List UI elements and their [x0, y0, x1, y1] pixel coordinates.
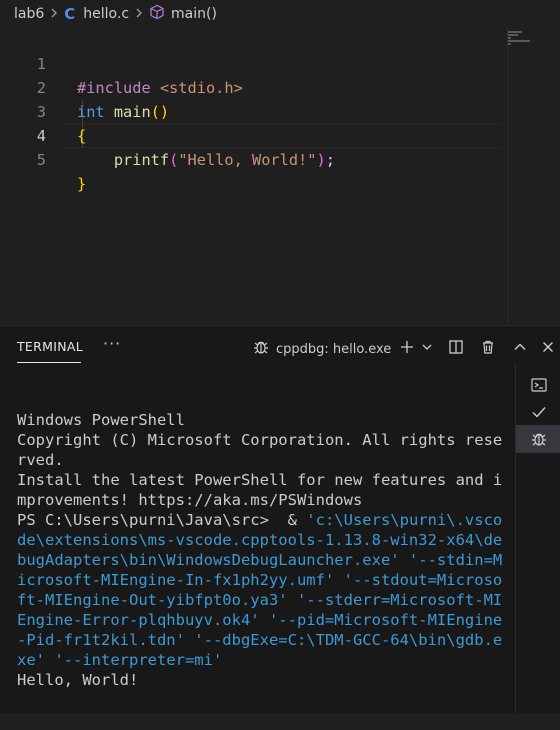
trash-icon[interactable] [477, 336, 499, 358]
terminal-command: bugAdapters\bin\WindowsDebugLauncher.exe… [17, 551, 503, 569]
plus-icon[interactable] [396, 336, 418, 358]
chevron-down-icon[interactable] [416, 336, 438, 358]
terminal-line: rved. [17, 451, 64, 469]
check-icon[interactable] [516, 398, 560, 426]
terminal-command: xe' '--interpreter=mi' [17, 651, 223, 669]
code-line: 5 } [0, 124, 86, 193]
close-icon[interactable] [537, 336, 559, 358]
minimap-border [507, 28, 508, 326]
terminal-line: Install the latest PowerShell for new fe… [17, 471, 503, 489]
c-file-icon: C [64, 5, 76, 23]
code-line: 1 #include <stdio.h> [0, 28, 243, 97]
current-line-highlight [64, 124, 502, 148]
terminal-command: Engine-Error-plqhbuyv.ok4' '--pid=Micros… [17, 611, 503, 629]
include-directive: #include [77, 79, 160, 97]
split-icon[interactable] [445, 336, 467, 358]
chevron-up-icon[interactable] [509, 336, 531, 358]
bug-icon [252, 338, 270, 360]
terminal-prompt: PS C:\Users\purni\Java\src> & [17, 511, 307, 529]
terminal-output[interactable]: Windows PowerShell Copyright (C) Microsof… [17, 390, 503, 730]
panel-tabbar: TERMINAL ··· cppdbg: hello.exe [0, 326, 560, 370]
terminal-line: Copyright (C) Microsoft Corporation. All… [17, 431, 503, 449]
code-line: 4 printf("Hello, World!"); [0, 100, 335, 169]
terminal-icon[interactable] [516, 371, 560, 399]
code-line: 2 int main() [0, 52, 169, 121]
string-literal: "Hello, World!" [178, 151, 317, 169]
chevron-right-icon [50, 7, 58, 22]
terminal-prompt-line: PS C:\Users\purni\Java\src> & 'c:\Users\… [17, 510, 502, 530]
code-line: 3 { [0, 76, 86, 145]
bug-icon[interactable] [516, 425, 560, 453]
include-header: <stdio.h> [159, 79, 243, 97]
terminal-session[interactable]: cppdbg: hello.exe [252, 338, 391, 360]
chevron-right-icon [135, 7, 143, 22]
breadcrumb-folder[interactable]: lab6 [14, 6, 44, 22]
terminal-command: -Pid-fr1t2kil.tdn' '--dbgExe=C:\TDM-GCC-… [17, 631, 503, 649]
terminal-command: icrosoft-MIEngine-In-fx1ph2yy.umf' '--st… [17, 571, 503, 589]
paren-open: ( [169, 151, 179, 169]
open-brace: { [77, 127, 87, 145]
paren: () [150, 103, 170, 121]
close-brace: } [77, 175, 87, 193]
type-keyword: int [77, 103, 105, 121]
tab-terminal[interactable]: TERMINAL [17, 339, 83, 354]
terminal-output-line: Hello, World! [17, 671, 139, 689]
tab-active-indicator [17, 362, 81, 363]
terminal-panel: TERMINAL ··· cppdbg: hello.exe Windows P… [0, 325, 560, 713]
breadcrumb-symbol[interactable]: main() [171, 6, 217, 22]
breadcrumb-file[interactable]: hello.c [83, 6, 129, 22]
minimap[interactable] [508, 30, 534, 45]
printf-call: printf [113, 151, 170, 169]
terminal-line: Windows PowerShell [17, 411, 185, 429]
cube-icon [149, 4, 165, 24]
more-actions-icon[interactable]: ··· [103, 334, 121, 353]
code-editor[interactable]: 1 #include <stdio.h> 2 int main() 3 { 4 … [0, 28, 560, 326]
paren-close: ) [316, 151, 326, 169]
line-number: 5 [36, 151, 46, 169]
terminal-list [515, 363, 560, 713]
terminal-command: 'c:\Users\purni\.vsco [306, 511, 503, 529]
breadcrumb: lab6 C hello.c main() [0, 0, 560, 28]
terminal-command: de\extensions\ms-vscode.cpptools-1.13.8-… [17, 531, 503, 549]
session-label: cppdbg: hello.exe [276, 341, 392, 357]
semicolon: ; [325, 151, 335, 169]
terminal-line: mprovements! https://aka.ms/PSWindows [17, 491, 363, 509]
terminal-command: ft-MIEngine-Out-yibfpt0o.ya3' '--stderr=… [17, 591, 503, 609]
function-name: main [104, 103, 151, 121]
